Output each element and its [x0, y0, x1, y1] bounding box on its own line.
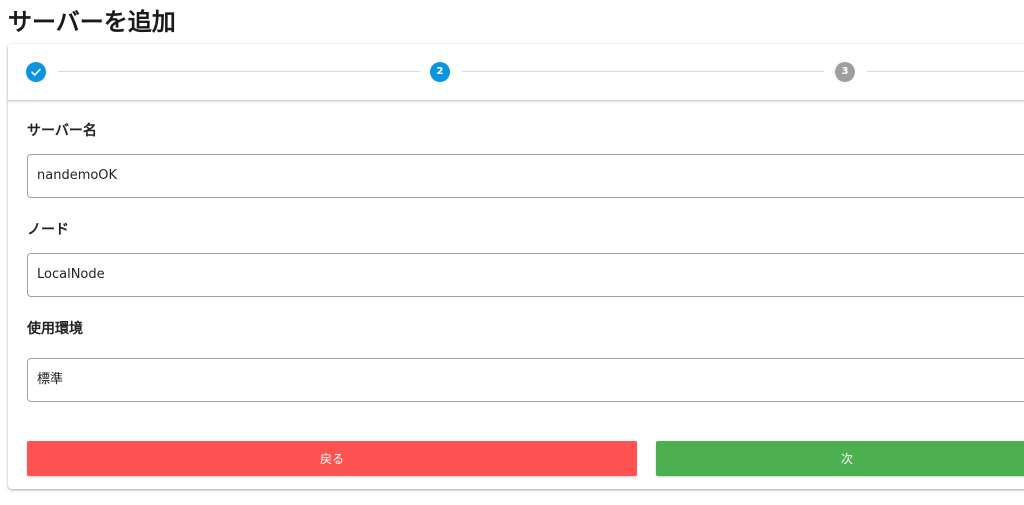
step-connector-2: [462, 71, 824, 72]
environment-label: 使用環境: [27, 321, 83, 337]
next-button[interactable]: 次: [656, 441, 1024, 476]
step-connector-1: [58, 71, 420, 72]
step-connector-3: [867, 71, 1024, 72]
page-title: サーバーを追加: [8, 8, 176, 36]
stepper-header: 2 3: [8, 44, 1024, 101]
node-select[interactable]: LocalNode: [27, 253, 1024, 297]
node-label: ノード: [27, 222, 69, 238]
check-icon: [31, 68, 41, 76]
add-server-card: 2 3 サーバー名 nandemoOK ノード LocalNode 使用環境 標…: [8, 44, 1024, 489]
step-2-active[interactable]: 2: [430, 62, 450, 82]
step-3-inactive[interactable]: 3: [835, 62, 855, 82]
server-name-input[interactable]: nandemoOK: [27, 154, 1024, 198]
step-1-complete[interactable]: [26, 62, 46, 82]
server-name-label: サーバー名: [27, 123, 97, 139]
back-button[interactable]: 戻る: [27, 441, 637, 476]
environment-select[interactable]: 標準: [27, 358, 1024, 402]
